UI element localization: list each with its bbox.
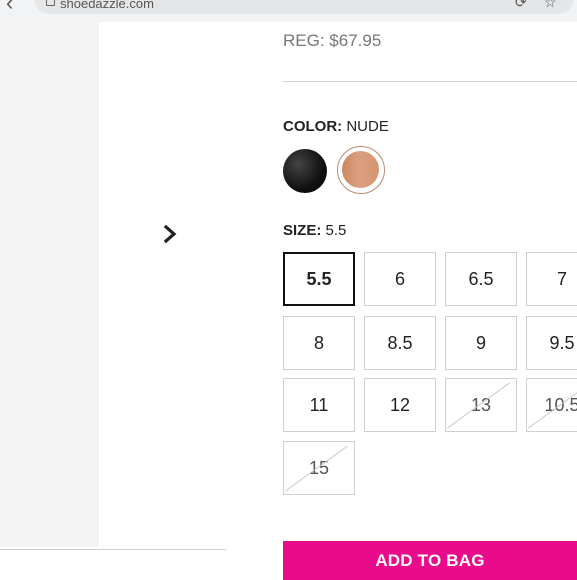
size-option-6-5[interactable]: 6.5 [445, 252, 517, 306]
size-option-15-sold-out[interactable]: 15 [283, 441, 355, 495]
refresh-icon[interactable]: ⟳ [515, 0, 527, 11]
size-option-9-5[interactable]: 9.5 [526, 316, 577, 370]
size-option-6[interactable]: 6 [364, 252, 436, 306]
product-image-gallery [0, 22, 99, 547]
size-option-7[interactable]: 7 [526, 252, 577, 306]
size-option-13-sold-out[interactable]: 13 [445, 378, 517, 432]
size-label: SIZE: 5.5 [283, 222, 346, 239]
add-to-bag-button[interactable]: ADD TO BAG [283, 541, 577, 580]
price-divider [283, 81, 577, 82]
regular-price: REG: $67.95 [283, 31, 382, 50]
gallery-divider [0, 549, 226, 550]
chevron-right-icon[interactable] [160, 224, 180, 244]
size-option-8[interactable]: 8 [283, 316, 355, 370]
color-swatch-nude-fill [342, 151, 379, 188]
color-swatch-nude[interactable] [337, 146, 385, 194]
color-swatch-black[interactable] [283, 149, 327, 193]
color-label-value: NUDE [346, 118, 389, 135]
site-info-icon[interactable] [46, 0, 55, 6]
color-label: COLOR: NUDE [283, 118, 389, 135]
color-label-title: COLOR: [283, 118, 343, 135]
back-arrow-icon[interactable]: ‹ [6, 0, 13, 16]
size-option-8-5[interactable]: 8.5 [364, 316, 436, 370]
size-option-11[interactable]: 11 [283, 378, 355, 432]
size-option-5-5[interactable]: 5.5 [283, 252, 355, 306]
bookmark-star-icon[interactable]: ☆ [544, 0, 557, 11]
browser-toolbar: ‹ shoedazzle.com ⟳ ☆ [0, 0, 577, 22]
address-bar-url: shoedazzle.com [60, 0, 154, 11]
size-option-10-5-sold-out[interactable]: 10.5 [526, 378, 577, 432]
size-option-12[interactable]: 12 [364, 378, 436, 432]
size-label-value: 5.5 [325, 222, 347, 239]
size-option-9[interactable]: 9 [445, 316, 517, 370]
size-label-title: SIZE: [283, 222, 322, 239]
